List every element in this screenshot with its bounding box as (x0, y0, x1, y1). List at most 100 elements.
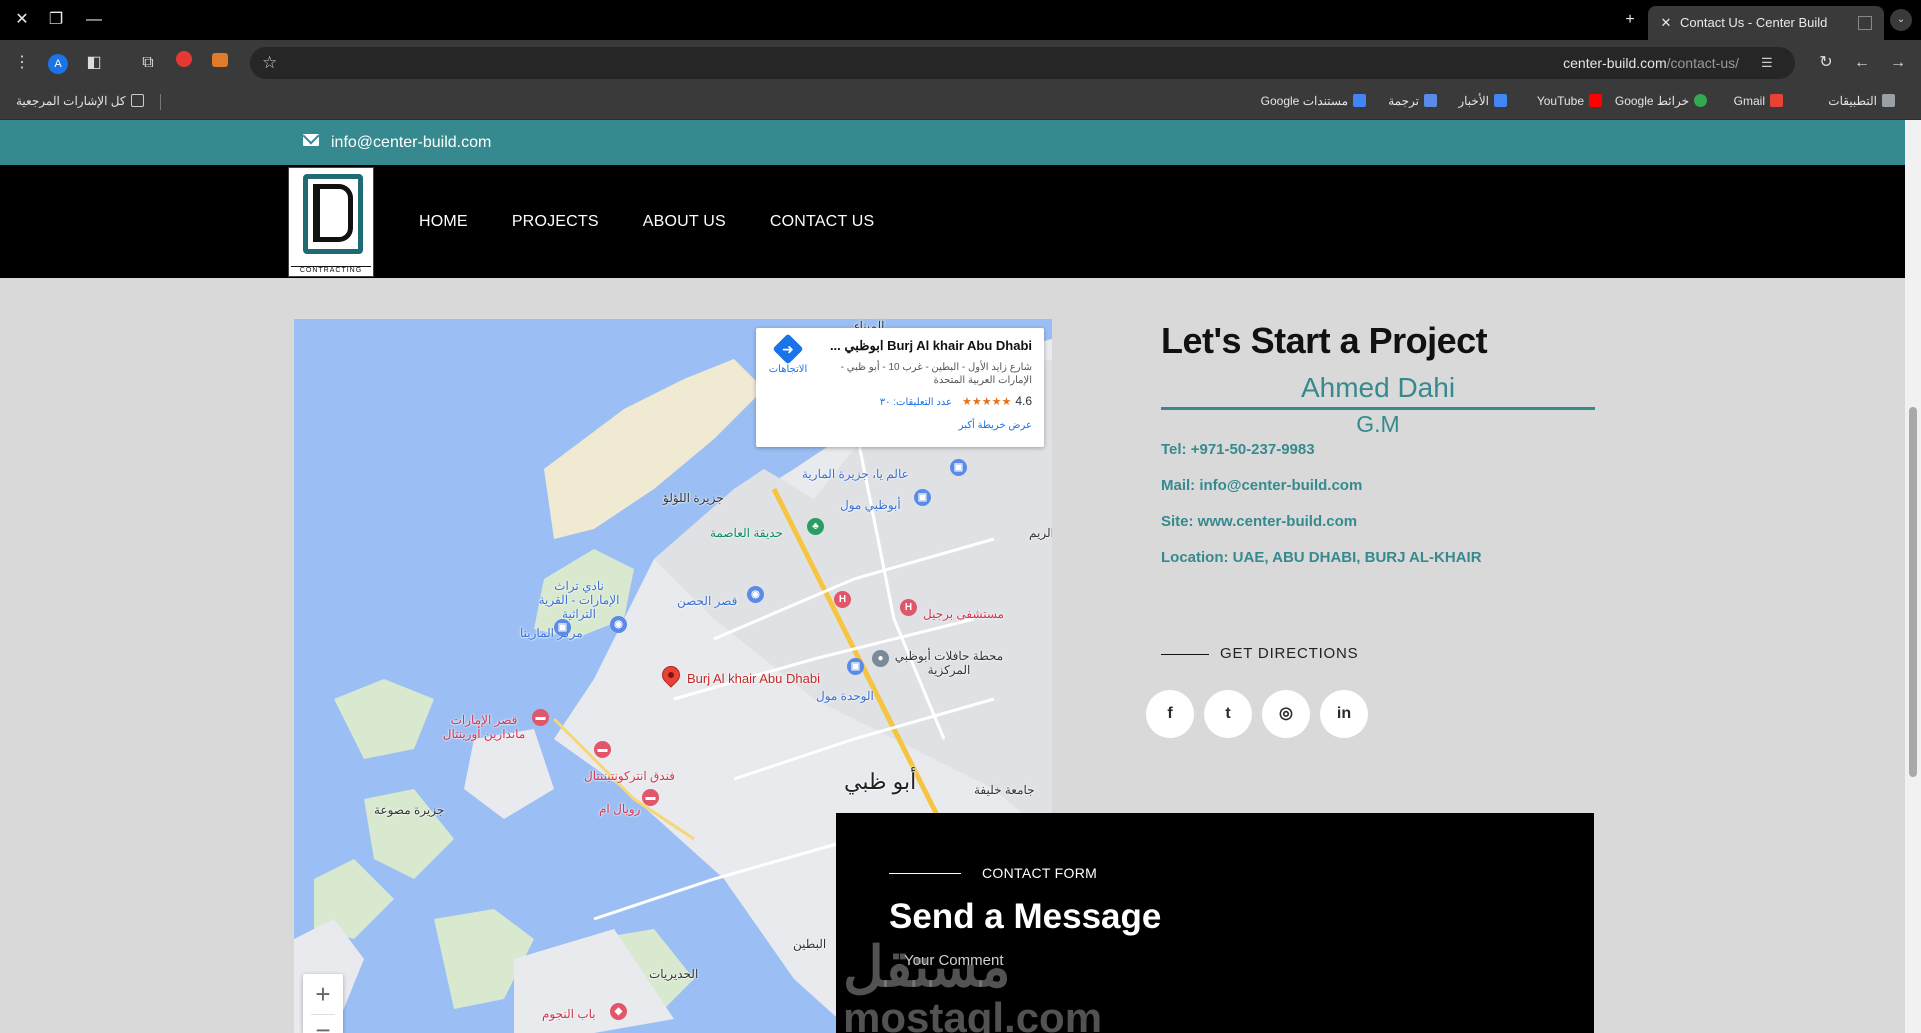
map-zoom-control: + − (303, 974, 343, 1033)
bookmark-gmail[interactable]: Gmail (1734, 86, 1783, 116)
map-poi-bus-icon[interactable]: ● (872, 650, 889, 667)
zoom-in-button[interactable]: + (303, 974, 343, 1014)
bookmark-docs[interactable]: مستندات Google (1261, 86, 1366, 116)
bookmark-label: Gmail (1733, 94, 1765, 108)
rating-value: 4.6 (1015, 394, 1032, 408)
bookmark-maps[interactable]: خرائط Google (1615, 86, 1707, 116)
map-label-bab-nujoum: باب النجوم (542, 1007, 596, 1021)
translate-icon (1424, 94, 1437, 107)
side-panel-icon[interactable]: ◧ (82, 51, 106, 75)
bookmarks-bar: التطبيقات Gmail خرائط Google YouTube الأ… (0, 86, 1921, 120)
news-icon (1494, 94, 1507, 107)
map-label-khalifa-mosque: جامعة خليفة (974, 783, 1035, 797)
map-poi-bab-nujoum-icon[interactable]: ◆ (610, 1003, 627, 1020)
url-text[interactable]: center-build.com/contact-us/ (1563, 47, 1739, 79)
map-card-rating: 4.6★★★★★ عدد التعليقات: ٣٠ (880, 394, 1032, 408)
contact-tel[interactable]: Tel: +971-50-237-9983 (1161, 441, 1315, 458)
site-settings-icon[interactable]: ☰ (1761, 55, 1779, 71)
map-poi-wahda-icon[interactable]: ▣ (847, 658, 864, 675)
linkedin-icon[interactable]: in (1320, 690, 1368, 738)
map-label-capital-garden: حديقة العاصمة (710, 526, 783, 540)
scrollbar-thumb[interactable] (1909, 407, 1917, 777)
map-label-qasr-hosn: قصر الحصن (677, 594, 738, 608)
map-poi-museum-icon[interactable]: ◉ (747, 586, 764, 603)
restore-window-icon[interactable]: ❐ (44, 8, 68, 32)
map-card-address: شارع زايد الأول - البطين - غرب 10 - أبو … (840, 362, 1032, 386)
review-count-link[interactable]: عدد التعليقات: ٣٠ (880, 397, 952, 408)
directions-arrow-icon: ➜ (772, 333, 804, 365)
apps-grid-icon (1882, 94, 1895, 107)
comment-input[interactable] (889, 946, 1529, 974)
extension-orange-icon[interactable] (208, 51, 232, 75)
active-tab[interactable]: ✕ Contact Us - Center Build (1648, 6, 1884, 40)
larger-map-link[interactable]: عرض خريطة أكبر (959, 420, 1032, 431)
extensions-icon[interactable]: ⧉ (136, 51, 160, 75)
facebook-icon[interactable]: f (1146, 690, 1194, 738)
back-icon[interactable]: ← (1850, 51, 1874, 75)
tab-search-icon[interactable]: ⌄ (1890, 9, 1912, 31)
contact-person-name: Ahmed Dahi (1300, 372, 1456, 403)
section-heading: Let's Start a Project (1161, 320, 1488, 361)
bookmark-label: YouTube (1536, 94, 1584, 108)
contact-site[interactable]: Site: www.center-build.com (1161, 513, 1357, 530)
new-tab-icon[interactable]: + (1618, 8, 1642, 32)
map-poi-intercon-icon[interactable]: ▬ (594, 741, 611, 758)
nav-projects[interactable]: PROJECTS (512, 213, 599, 231)
page-scrollbar[interactable] (1905, 120, 1921, 1033)
top-email[interactable]: info@center-build.com (331, 120, 491, 165)
map-poi-heritage-icon[interactable]: ◉ (610, 616, 627, 633)
bookmark-translate[interactable]: ترجمة (1388, 86, 1437, 116)
get-directions-link[interactable]: GET DIRECTIONS (1220, 645, 1358, 662)
nav-about-us[interactable]: ABOUT US (643, 213, 726, 231)
reload-icon[interactable]: ↻ (1814, 51, 1838, 75)
instagram-icon[interactable]: ◎ (1262, 690, 1310, 738)
all-bookmarks[interactable]: كل الإشارات المرجعية (16, 86, 144, 116)
map-poi-royal-icon[interactable]: ▬ (642, 789, 659, 806)
map-poi-park-icon[interactable]: ♣ (807, 518, 824, 535)
map-label-sowwah: جزيرة مصوعة (374, 803, 445, 817)
maps-icon (1694, 94, 1707, 107)
folder-icon (130, 94, 144, 107)
map-pin-label: Burj Al khair Abu Dhabi (687, 671, 820, 686)
browser-menu-icon[interactable]: ⋮ (10, 51, 34, 75)
map-place-card: ➜ الاتجاهات Burj Al khair Abu Dhabi ابوظ… (756, 328, 1044, 447)
address-bar[interactable]: ☆ center-build.com/contact-us/ ☰ (250, 47, 1795, 79)
map-directions-button[interactable]: ➜ الاتجاهات (766, 333, 810, 375)
url-path: /contact-us/ (1666, 55, 1739, 71)
contact-section: جزيرة اللؤلؤ عالم يا، جزيرة المارية أبوظ… (0, 278, 1905, 1033)
map-poi-hospital-icon[interactable]: H (834, 591, 851, 608)
mail-icon (303, 134, 319, 146)
contact-mail[interactable]: Mail: info@center-build.com (1161, 477, 1362, 494)
nav-contact-us[interactable]: CONTACT US (770, 213, 875, 231)
logo-text: CONTRACTING (291, 266, 371, 274)
zoom-out-button[interactable]: − (303, 1016, 343, 1033)
extension-red-icon[interactable] (172, 51, 196, 75)
map-poi-mall-icon[interactable]: ▣ (914, 489, 931, 506)
bookmark-youtube[interactable]: YouTube (1537, 86, 1602, 116)
forward-icon[interactable]: → (1886, 51, 1910, 75)
tab-close-icon[interactable]: ✕ (1656, 6, 1676, 40)
top-info-bar: info@center-build.com (0, 120, 1905, 165)
bookmark-label: ترجمة (1388, 94, 1419, 108)
bookmarks-divider (160, 94, 161, 110)
map-poi-palace-hotel-icon[interactable]: ▬ (532, 709, 549, 726)
bookmark-apps[interactable]: التطبيقات (1828, 86, 1895, 116)
twitter-icon[interactable]: t (1204, 690, 1252, 738)
youtube-icon (1589, 94, 1602, 107)
bookmark-label: التطبيقات (1828, 94, 1877, 108)
map-label-burjeel: مستشفى برجيل (923, 607, 1004, 621)
map-label-intercontinental: فندق انتركونتيننتال (584, 769, 675, 783)
bookmark-news[interactable]: الأخبار (1458, 86, 1507, 116)
site-logo[interactable]: CONTRACTING (288, 167, 374, 277)
close-window-icon[interactable]: ✕ (10, 8, 34, 32)
map-label-heritage: نادي تراث الإمارات - القرية التراثية (538, 579, 620, 621)
bookmark-star-icon[interactable]: ☆ (262, 47, 277, 79)
nav-home[interactable]: HOME (419, 213, 468, 231)
map-poi-marina-icon[interactable]: ▣ (554, 619, 571, 636)
map-poi-shopping-icon[interactable]: ▣ (950, 459, 967, 476)
minimize-window-icon[interactable]: — (82, 8, 106, 32)
gmail-icon (1770, 94, 1783, 107)
logo-b-mark (313, 184, 353, 242)
profile-avatar[interactable]: A (46, 51, 70, 75)
map-poi-burjeel-icon[interactable]: H (900, 599, 917, 616)
